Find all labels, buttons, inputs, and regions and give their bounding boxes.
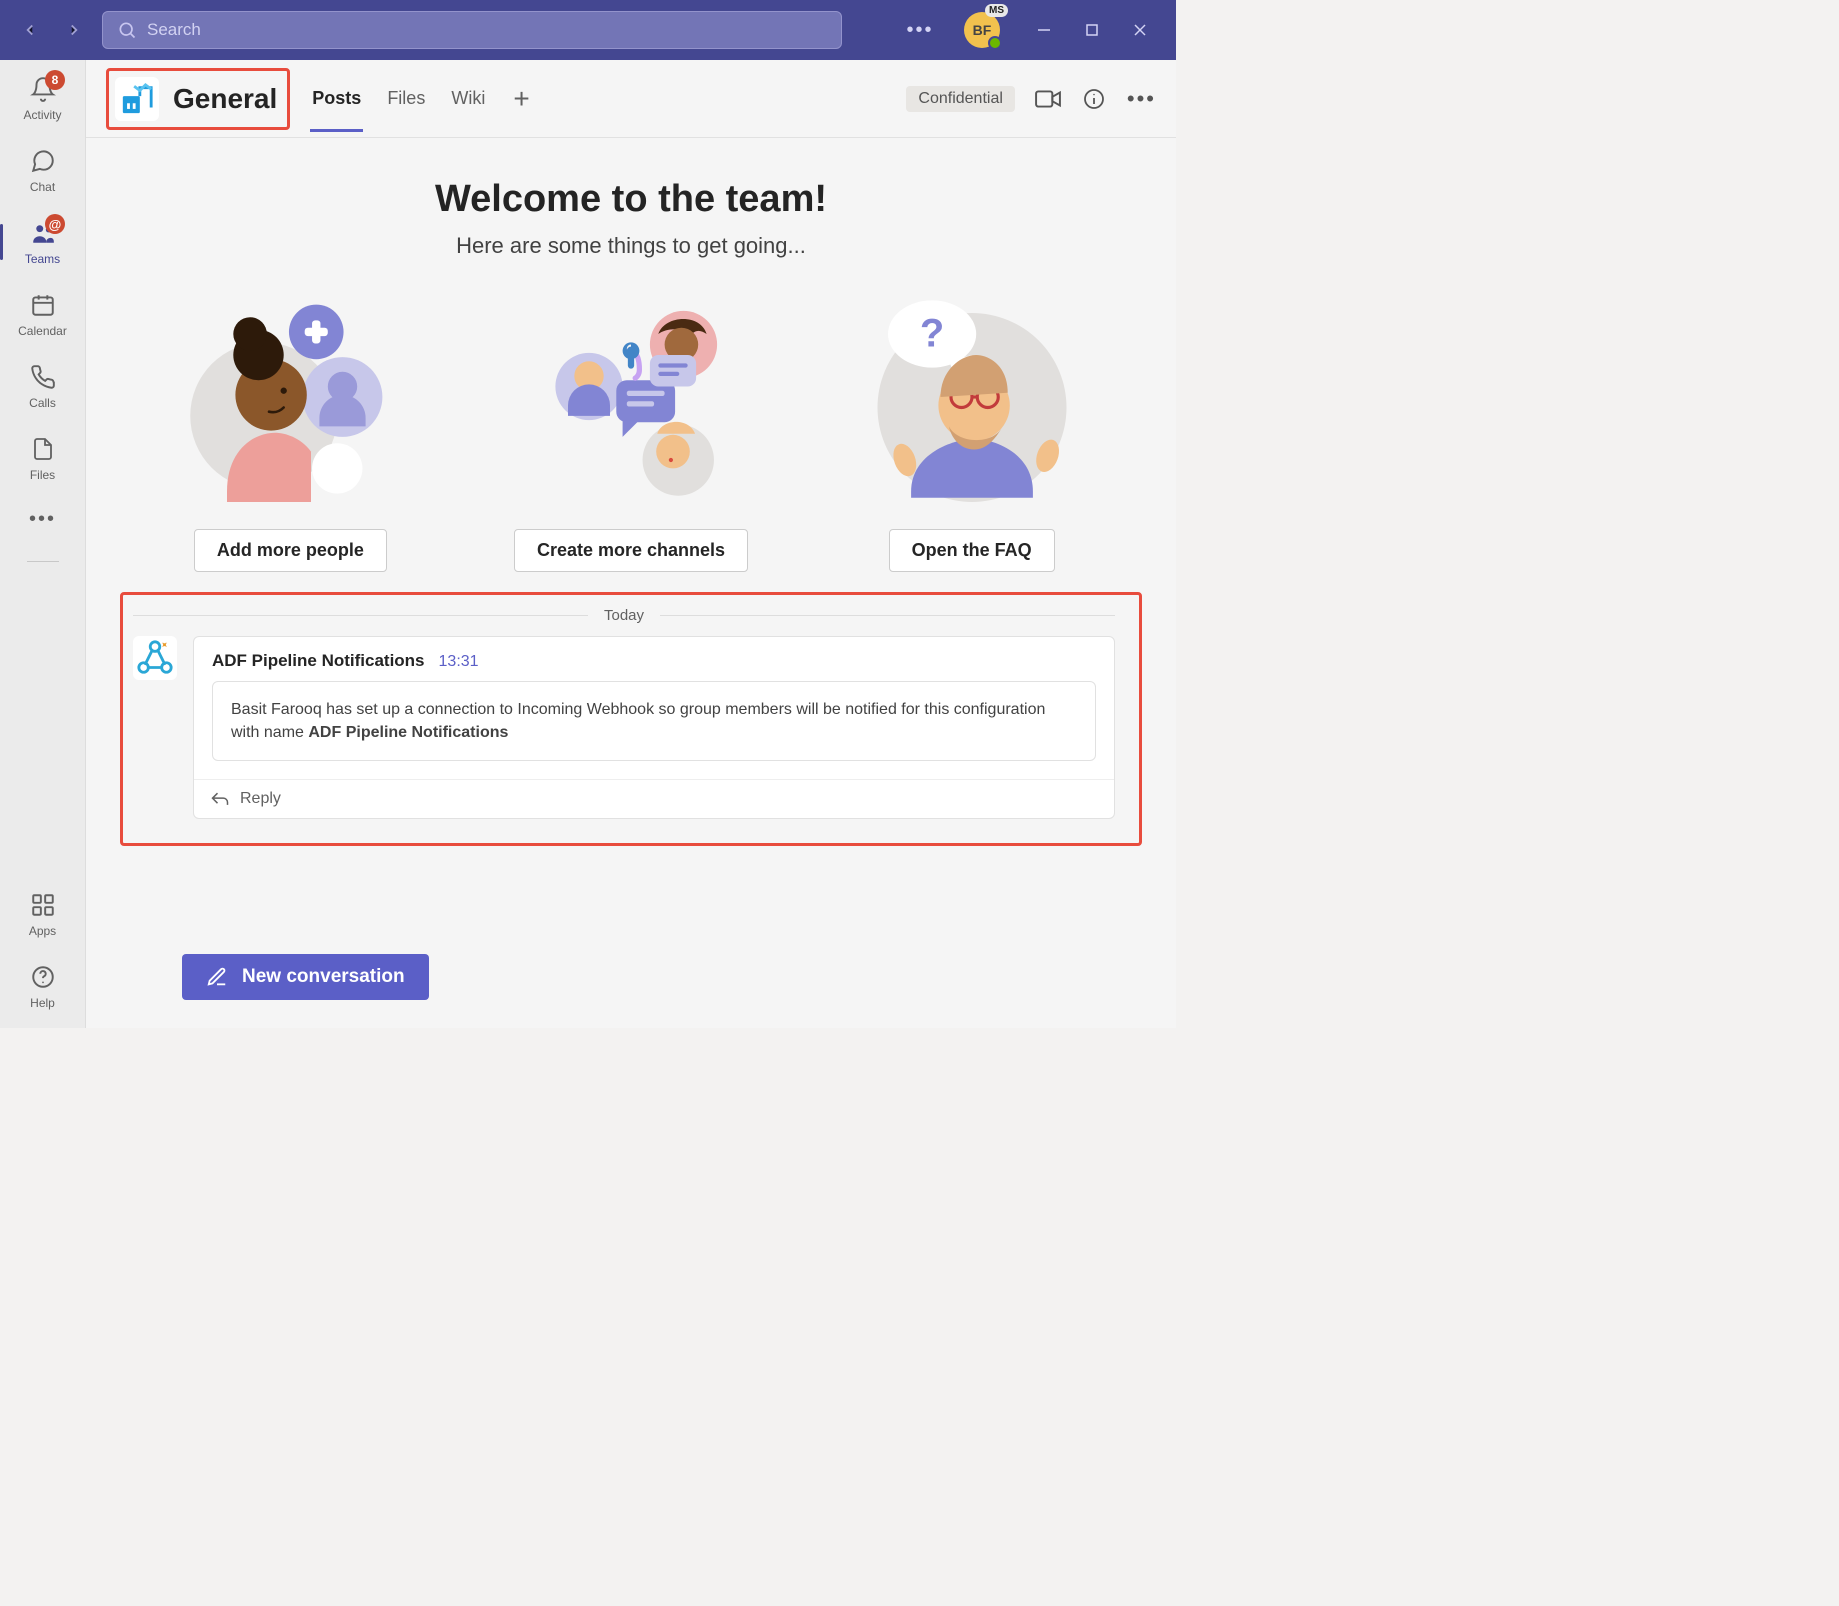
card-create-channels: Create more channels xyxy=(481,287,782,572)
search-icon xyxy=(117,20,137,40)
user-avatar[interactable]: BF MS xyxy=(964,12,1000,48)
illustration-create-channels-icon xyxy=(521,287,741,507)
posts-scroll[interactable]: Welcome to the team! Here are some thing… xyxy=(86,138,1176,936)
compose-icon xyxy=(206,966,228,988)
rail-files[interactable]: Files xyxy=(0,434,85,482)
back-button[interactable] xyxy=(20,20,40,40)
compose-area: New conversation xyxy=(86,936,1176,1028)
search-input[interactable] xyxy=(147,20,827,40)
illustration-add-people-icon xyxy=(180,287,400,507)
rail-label: Teams xyxy=(25,252,60,266)
reply-icon xyxy=(210,791,230,807)
rail-more-button[interactable]: ••• xyxy=(29,508,56,531)
welcome-block: Welcome to the team! Here are some thing… xyxy=(120,178,1142,259)
mention-badge: @ xyxy=(45,214,65,234)
message-body: Basit Farooq has set up a connection to … xyxy=(212,681,1096,761)
message-text-bold: ADF Pipeline Notifications xyxy=(308,724,508,741)
close-button[interactable] xyxy=(1130,20,1150,40)
date-divider: Today xyxy=(133,607,1115,624)
new-conversation-button[interactable]: New conversation xyxy=(182,954,429,1000)
team-avatar-icon xyxy=(115,77,159,121)
phone-icon xyxy=(28,362,58,392)
search-box[interactable] xyxy=(102,11,842,49)
calendar-icon xyxy=(28,290,58,320)
tab-wiki[interactable]: Wiki xyxy=(449,66,487,131)
message-card[interactable]: ADF Pipeline Notifications 13:31 Basit F… xyxy=(193,636,1115,819)
meet-button[interactable] xyxy=(1035,86,1061,112)
rail-label: Apps xyxy=(29,924,56,938)
rail-label: Files xyxy=(30,468,55,482)
file-icon xyxy=(28,434,58,464)
rail-teams[interactable]: @ Teams xyxy=(0,218,85,266)
channel-more-button[interactable]: ••• xyxy=(1127,86,1156,112)
rail-chat[interactable]: Chat xyxy=(0,146,85,194)
welcome-subtitle: Here are some things to get going... xyxy=(120,233,1142,259)
apps-icon xyxy=(28,890,58,920)
channel-header: General Posts Files Wiki + Confidential … xyxy=(86,60,1176,138)
rail-activity[interactable]: 8 Activity xyxy=(0,74,85,122)
rail-calls[interactable]: Calls xyxy=(0,362,85,410)
channel-name: General xyxy=(173,83,277,115)
sensitivity-label: Confidential xyxy=(906,86,1015,112)
illustration-faq-icon: ? xyxy=(862,287,1082,507)
avatar-initials: BF xyxy=(973,22,992,38)
window-controls xyxy=(1028,20,1168,40)
webhook-avatar-icon xyxy=(133,636,177,680)
welcome-cards: Add more people xyxy=(120,287,1142,572)
rail-help[interactable]: Help xyxy=(28,962,58,1010)
tab-files[interactable]: Files xyxy=(385,66,427,131)
add-tab-button[interactable]: + xyxy=(509,83,533,115)
reply-button[interactable]: Reply xyxy=(194,779,1114,818)
message-highlight: Today ADF Pipeline Notifications 13:31 xyxy=(120,592,1142,846)
rail-apps[interactable]: Apps xyxy=(28,890,58,938)
open-faq-button[interactable]: Open the FAQ xyxy=(889,529,1055,572)
message-time: 13:31 xyxy=(439,653,479,671)
channel-actions: Confidential ••• xyxy=(906,86,1156,112)
settings-more-button[interactable]: ••• xyxy=(904,19,936,42)
avatar-tenant-badge: MS xyxy=(985,4,1008,17)
rail-label: Help xyxy=(30,996,55,1010)
app-rail: 8 Activity Chat @ Teams Calendar Calls F… xyxy=(0,60,86,1028)
rail-label: Calls xyxy=(29,396,56,410)
presence-available-icon xyxy=(988,36,1002,50)
rail-calendar[interactable]: Calendar xyxy=(0,290,85,338)
tab-posts[interactable]: Posts xyxy=(310,66,363,131)
rail-label: Activity xyxy=(23,108,61,122)
channel-title-highlight: General xyxy=(106,68,290,130)
help-icon xyxy=(28,962,58,992)
rail-label: Calendar xyxy=(18,324,67,338)
chevron-left-icon xyxy=(21,21,39,39)
card-open-faq: ? Open the FAQ xyxy=(821,287,1122,572)
create-channels-button[interactable]: Create more channels xyxy=(514,529,748,572)
title-bar: ••• BF MS xyxy=(0,0,1176,60)
card-add-people: Add more people xyxy=(140,287,441,572)
chevron-right-icon xyxy=(65,21,83,39)
channel-tabs: Posts Files Wiki + xyxy=(310,66,533,131)
message-row: ADF Pipeline Notifications 13:31 Basit F… xyxy=(133,636,1115,819)
forward-button[interactable] xyxy=(64,20,84,40)
date-label: Today xyxy=(604,607,644,624)
activity-badge: 8 xyxy=(45,70,65,90)
info-button[interactable] xyxy=(1081,86,1107,112)
channel-content: General Posts Files Wiki + Confidential … xyxy=(86,60,1176,1028)
reply-label: Reply xyxy=(240,790,281,808)
svg-text:?: ? xyxy=(920,312,944,356)
rail-label: Chat xyxy=(30,180,55,194)
add-people-button[interactable]: Add more people xyxy=(194,529,387,572)
rail-divider xyxy=(27,561,59,562)
message-author: ADF Pipeline Notifications xyxy=(212,651,425,671)
welcome-title: Welcome to the team! xyxy=(120,178,1142,221)
nav-arrows xyxy=(8,20,84,40)
chat-icon xyxy=(28,146,58,176)
minimize-button[interactable] xyxy=(1034,20,1054,40)
maximize-button[interactable] xyxy=(1082,20,1102,40)
new-conversation-label: New conversation xyxy=(242,966,405,988)
